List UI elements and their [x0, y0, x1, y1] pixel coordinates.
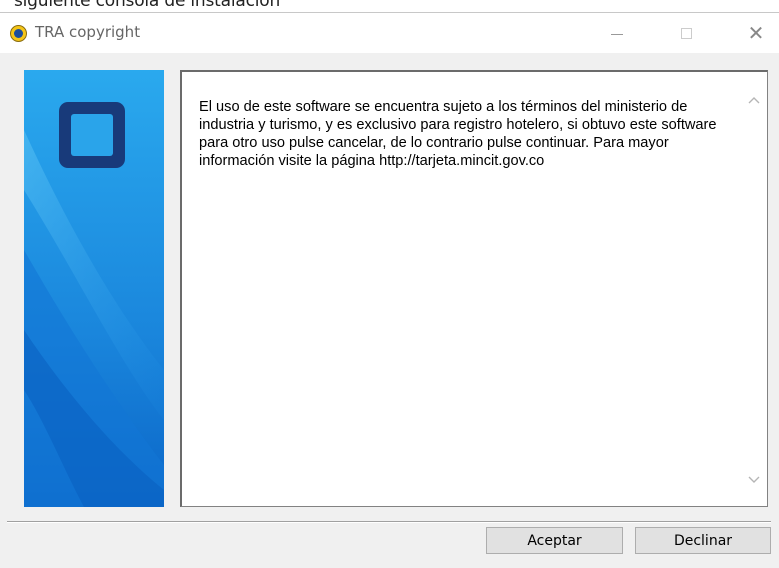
maximize-button[interactable] — [663, 13, 709, 53]
license-text-box[interactable]: El uso de este software se encuentra suj… — [180, 70, 768, 507]
scroll-down-arrow-icon[interactable] — [747, 472, 761, 486]
maximize-icon — [680, 27, 692, 39]
minimize-icon — [611, 33, 623, 35]
decline-button[interactable]: Declinar — [635, 527, 771, 554]
close-icon: ✕ — [747, 21, 765, 45]
scroll-up-arrow-icon[interactable] — [747, 94, 761, 108]
close-button[interactable]: ✕ — [733, 13, 779, 53]
separator-line — [7, 521, 771, 523]
vertical-scrollbar[interactable] — [740, 72, 767, 506]
minimize-button[interactable] — [594, 13, 640, 53]
app-icon — [10, 25, 27, 42]
background-caption: siguiente consola de instalación — [14, 0, 281, 11]
square-logo-icon — [59, 102, 125, 168]
title-bar[interactable]: TRA copyright ✕ — [0, 13, 779, 53]
license-text: El uso de este software se encuentra suj… — [199, 99, 717, 169]
dialog-window: TRA copyright ✕ El uso de este software … — [0, 12, 779, 568]
accept-button[interactable]: Aceptar — [486, 527, 623, 554]
window-title: TRA copyright — [35, 23, 141, 41]
side-banner — [24, 70, 164, 507]
